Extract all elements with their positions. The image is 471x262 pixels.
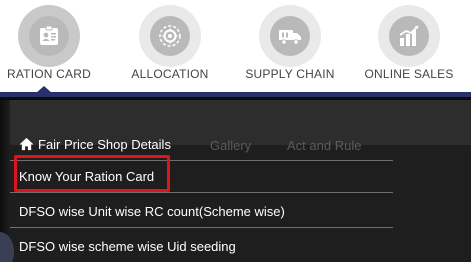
gear-icon — [159, 25, 181, 47]
menu-item-know-your-ration-card[interactable]: Know Your Ration Card — [10, 162, 393, 193]
home-icon — [19, 137, 34, 151]
category-label: ONLINE SALES — [364, 67, 454, 81]
menu-item-label: DFSO wise scheme wise Uid seeding — [19, 239, 236, 254]
menu-header-fair-price-shop[interactable]: Fair Price Shop Details — [10, 130, 393, 161]
category-label: ALLOCATION — [131, 67, 209, 81]
menu-header-label: Fair Price Shop Details — [38, 137, 171, 152]
category-icon-circle — [378, 5, 440, 67]
category-ration-card[interactable]: RATION CARD — [0, 0, 109, 92]
category-bar: RATION CARD ALLOCATION SUPPLY CHAIN ONLI… — [0, 0, 471, 92]
category-allocation[interactable]: ALLOCATION — [110, 0, 230, 92]
panel-top-edge — [0, 97, 471, 100]
truck-icon — [279, 30, 301, 45]
category-icon-circle — [139, 5, 201, 67]
menu-item-dfso-unit-rc-count[interactable]: DFSO wise Unit wise RC count(Scheme wise… — [10, 197, 393, 228]
menu-item-label: Know Your Ration Card — [19, 169, 155, 184]
category-icon-circle — [259, 5, 321, 67]
bar-chart-icon — [399, 25, 419, 46]
category-label: SUPPLY CHAIN — [245, 67, 335, 81]
category-label: RATION CARD — [7, 67, 91, 81]
category-icon-circle — [18, 5, 80, 67]
id-card-icon — [40, 25, 58, 45]
menu-item-label: DFSO wise Unit wise RC count(Scheme wise… — [19, 204, 285, 219]
menu-item-dfso-uid-seeding[interactable]: DFSO wise scheme wise Uid seeding — [10, 232, 393, 262]
category-online-sales[interactable]: ONLINE SALES — [349, 0, 469, 92]
category-supply-chain[interactable]: SUPPLY CHAIN — [230, 0, 350, 92]
